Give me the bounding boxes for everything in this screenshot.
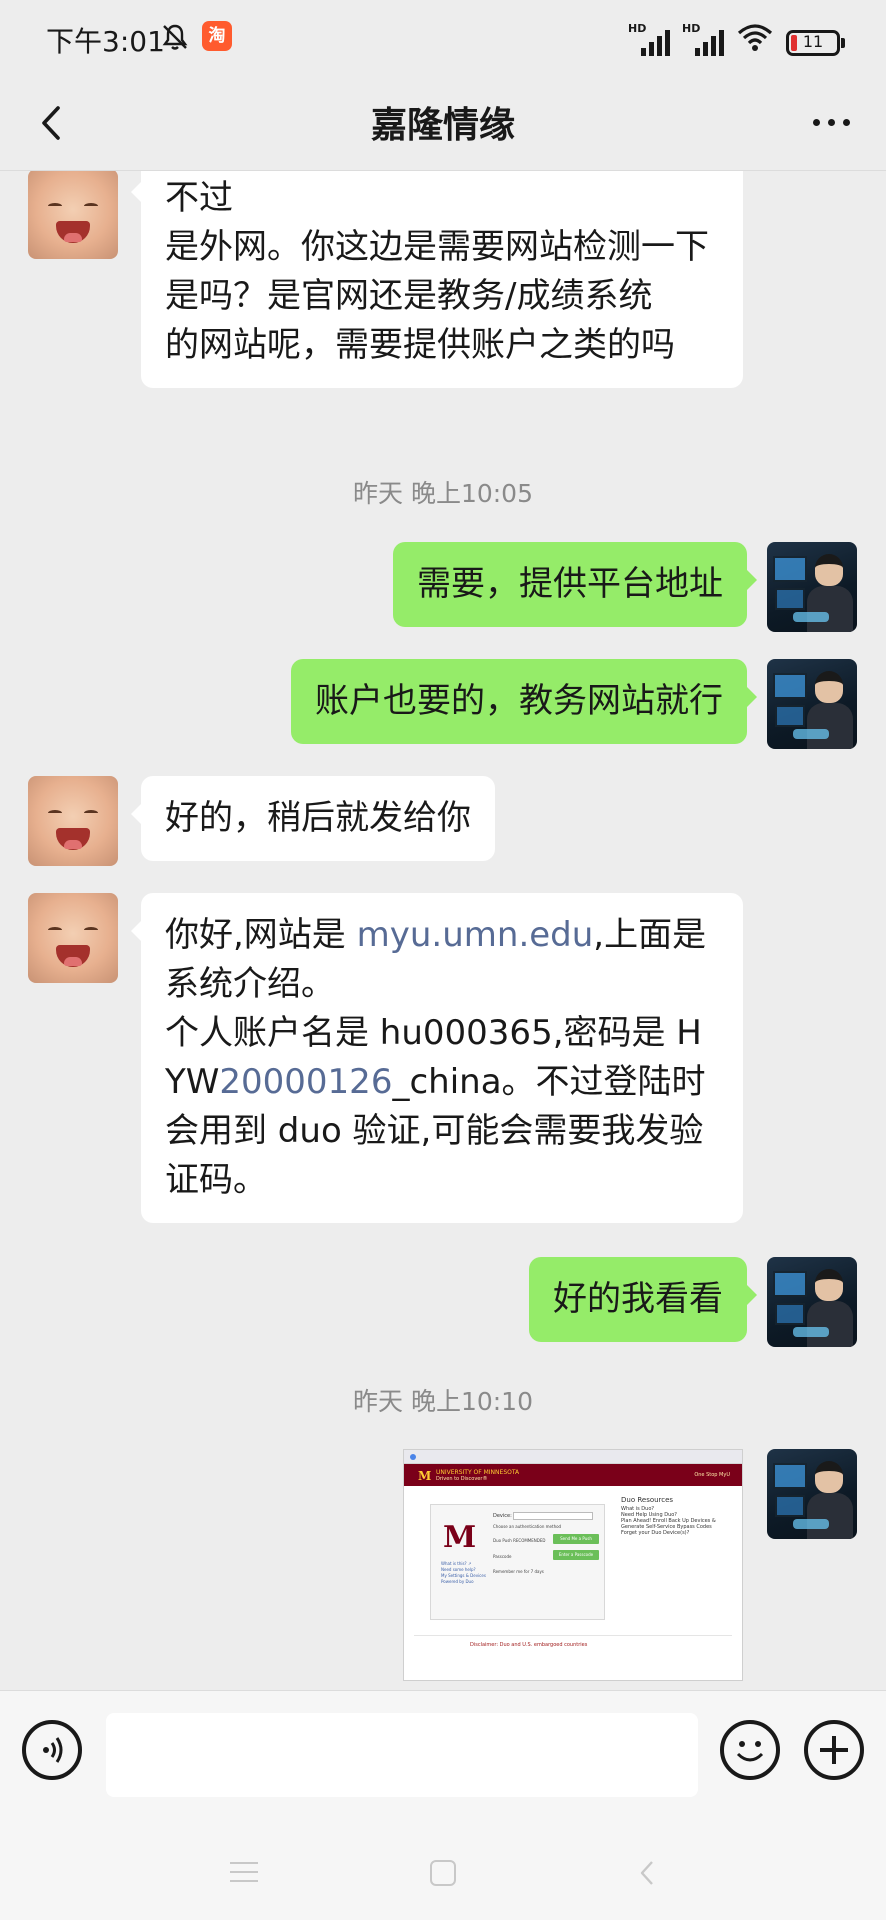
signal-icon-2: HD	[682, 22, 724, 56]
more-dots-icon[interactable]	[806, 102, 856, 142]
battery-percent: 11	[802, 32, 824, 51]
duo-help-links: What is this? ↗ Need some help? My Setti…	[441, 1561, 486, 1584]
self-avatar[interactable]	[767, 659, 857, 749]
contact-avatar[interactable]	[28, 171, 118, 259]
device-label: Device:	[493, 1513, 512, 1519]
chat-message-list[interactable]: 不过 是外网。你这边是需要网站检测一下是吗？是官网还是教务/成绩系统 的网站呢，…	[0, 171, 886, 1690]
duo-resources-title: Duo Resources	[621, 1496, 674, 1504]
emoji-icon[interactable]	[720, 1720, 780, 1780]
umn-m-logo: M	[443, 1520, 477, 1555]
message-bubble-sent[interactable]: 账户也要的，教务网站就行	[291, 659, 757, 744]
phone-number-link[interactable]: 20000126	[219, 1062, 392, 1102]
duo-resources-list: What is Duo? Need Help Using Duo? Plan A…	[621, 1506, 716, 1536]
umn-header-links: One Stop MyU	[694, 1472, 730, 1478]
home-icon[interactable]	[430, 1860, 456, 1886]
duo-option-text: Duo Push RECOMMENDED	[493, 1538, 546, 1543]
self-avatar[interactable]	[767, 542, 857, 632]
duo-option-text: Remember me for 7 days	[493, 1569, 544, 1574]
duo-disclaimer: Disclaimer: Duo and U.S. embargoed count…	[470, 1642, 588, 1648]
self-avatar[interactable]	[767, 1449, 857, 1539]
duo-option-text: Passcode	[493, 1554, 512, 1559]
umn-name: UNIVERSITY OF MINNESOTA	[436, 1469, 520, 1476]
battery-icon: 11	[786, 30, 845, 56]
menu-icon[interactable]	[230, 1862, 258, 1882]
umn-tagline: Driven to Discover®	[436, 1476, 488, 1482]
send-push-button: Send Me a Push	[553, 1534, 599, 1544]
plus-icon[interactable]	[804, 1720, 864, 1780]
message-bubble-received[interactable]: 不过 是外网。你这边是需要网站检测一下是吗？是官网还是教务/成绩系统 的网站呢，…	[131, 171, 743, 388]
chat-title: 嘉隆情缘	[370, 105, 515, 146]
contact-avatar[interactable]	[28, 776, 118, 866]
voice-input-icon[interactable]	[22, 1720, 82, 1780]
message-bubble-received[interactable]: 你好,网站是 myu.umn.edu,上面是系统介绍。 个人账户名是 hu000…	[131, 893, 743, 1223]
message-bubble-received[interactable]: 好的，稍后就发给你	[131, 776, 495, 861]
time-separator: 昨天 晚上10:05	[353, 479, 533, 508]
image-message-screenshot[interactable]: M UNIVERSITY OF MINNESOTA Driven to Disc…	[403, 1449, 743, 1681]
message-bubble-sent[interactable]: 好的我看看	[529, 1257, 757, 1342]
contact-avatar[interactable]	[28, 893, 118, 983]
chat-input-bar	[0, 1690, 886, 1810]
signal-icon: HD	[628, 22, 670, 56]
status-bar: 下午3:01 淘 HD HD 11	[0, 0, 886, 76]
enter-passcode-button: Enter a Passcode	[553, 1550, 599, 1560]
divider	[414, 1635, 732, 1636]
taobao-app-icon: 淘	[202, 21, 232, 51]
umn-logo: M	[418, 1469, 432, 1483]
mute-bell-icon	[160, 22, 190, 56]
system-navigation-bar	[0, 1810, 886, 1920]
chat-header: 嘉隆情缘	[0, 76, 886, 171]
browser-tab-bar	[404, 1450, 742, 1464]
message-text: 你好,网站是	[165, 915, 357, 955]
umn-header-bar: M UNIVERSITY OF MINNESOTA Driven to Disc…	[404, 1464, 742, 1486]
message-input[interactable]	[106, 1713, 698, 1797]
self-avatar[interactable]	[767, 1257, 857, 1347]
device-select	[513, 1512, 593, 1520]
status-indicators: HD HD 11	[628, 20, 845, 56]
message-bubble-sent[interactable]: 需要，提供平台地址	[393, 542, 757, 627]
time-separator: 昨天 晚上10:10	[353, 1387, 533, 1416]
status-time: 下午3:01	[46, 25, 165, 58]
wifi-icon	[736, 22, 774, 56]
url-link[interactable]: myu.umn.edu	[357, 915, 594, 955]
duo-login-panel: M What is this? ↗ Need some help? My Set…	[430, 1504, 605, 1620]
duo-option-text: Choose an authentication method	[493, 1524, 562, 1529]
back-icon[interactable]	[632, 1858, 662, 1888]
